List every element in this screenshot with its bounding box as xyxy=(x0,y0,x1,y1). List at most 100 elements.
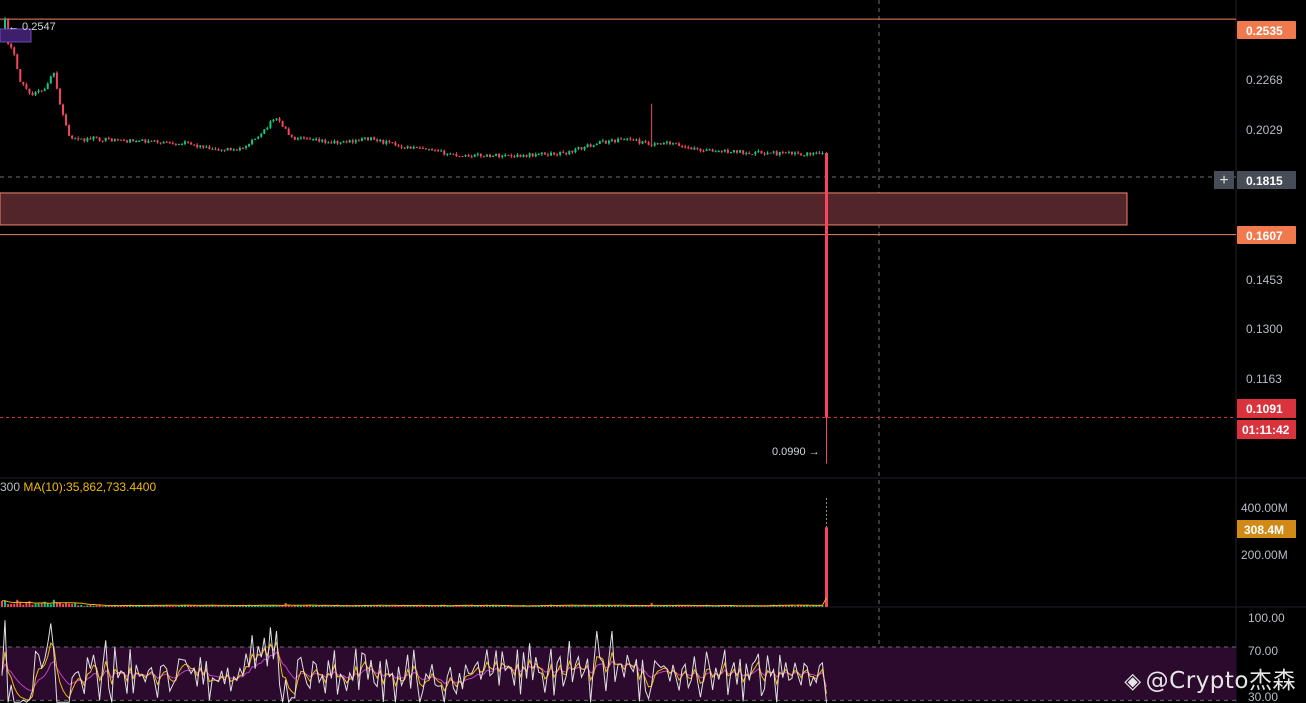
candle-body xyxy=(748,152,751,155)
candle-body xyxy=(629,138,632,140)
volume-bar xyxy=(580,605,583,607)
candle-body xyxy=(687,146,690,148)
volume-bar xyxy=(37,603,40,607)
candle-body xyxy=(675,143,678,145)
volume-bar xyxy=(25,602,28,607)
candle-body xyxy=(717,151,720,153)
volume-bar xyxy=(101,606,104,607)
volume-bar xyxy=(208,605,211,607)
volume-bar xyxy=(467,605,470,607)
chart-area[interactable]: 0.2268 0.2029 0.1453 0.1300 0.1163 0.253… xyxy=(0,0,1306,703)
candle-body xyxy=(708,149,711,151)
candle-body xyxy=(672,143,674,145)
candle-body xyxy=(525,155,528,157)
lower-level-tag-text: 0.1607 xyxy=(1246,229,1283,243)
candle-body xyxy=(22,81,25,85)
candle-body xyxy=(345,141,348,143)
candle-body xyxy=(223,149,226,151)
candle-body xyxy=(391,142,394,144)
candle-body xyxy=(714,151,717,153)
volume-bar xyxy=(507,605,510,607)
price-axis-layer: 0.2268 0.2029 0.1453 0.1300 0.1163 0.253… xyxy=(1214,21,1296,703)
candle-body xyxy=(778,151,781,156)
candle-body xyxy=(220,149,223,151)
candle-body xyxy=(71,135,74,139)
candle-body xyxy=(400,146,403,148)
price-tick-2: 0.1453 xyxy=(1246,273,1283,287)
candle-body xyxy=(592,145,595,147)
volume-bar xyxy=(397,605,400,607)
volume-bar xyxy=(95,605,98,607)
low-price-marker: 0.0990 → xyxy=(772,446,820,458)
candle-body xyxy=(275,118,278,120)
candle-body xyxy=(498,153,501,158)
candlestick-chart[interactable]: 0.2268 0.2029 0.1453 0.1300 0.1163 0.253… xyxy=(0,0,1306,703)
volume-bar xyxy=(49,604,52,607)
candle-body xyxy=(58,88,61,105)
volume-bar xyxy=(473,606,476,607)
candle-body xyxy=(586,144,589,148)
candle-body xyxy=(562,151,565,153)
candle-body xyxy=(113,139,116,142)
candle-body xyxy=(199,145,202,148)
candle-body xyxy=(363,137,366,139)
candle-body xyxy=(489,154,491,157)
upper-level-tag-text: 0.2535 xyxy=(1246,24,1283,38)
candle-body xyxy=(144,139,147,143)
candle-body xyxy=(37,90,40,93)
watermark-text: @Crypto杰森 xyxy=(1145,668,1296,694)
candle-body xyxy=(147,140,150,143)
price-tick-0: 0.2268 xyxy=(1246,73,1283,87)
high-price-marker: ← 0.2547 xyxy=(8,21,56,33)
candle-body xyxy=(446,153,449,155)
candle-body xyxy=(754,152,757,155)
candle-body xyxy=(611,139,613,141)
candle-body xyxy=(406,146,409,148)
volume-bar xyxy=(699,605,702,607)
candle-body xyxy=(437,150,440,152)
candle-body xyxy=(241,147,244,149)
volume-bar xyxy=(668,606,671,607)
candle-body xyxy=(635,139,638,141)
candle-body xyxy=(681,145,684,147)
volume-bar xyxy=(22,604,25,607)
candle-body xyxy=(455,154,458,157)
volume-bar xyxy=(787,605,790,607)
candle-body xyxy=(565,152,568,155)
candle-body xyxy=(537,154,540,156)
volume-bar xyxy=(687,605,690,607)
candle-body xyxy=(745,152,748,154)
candle-body xyxy=(476,153,479,155)
candle-body xyxy=(449,153,452,155)
volume-bar xyxy=(653,606,656,607)
volume-bar xyxy=(318,605,321,607)
candle-body xyxy=(736,150,739,153)
plus-icon: + xyxy=(1219,172,1228,189)
candle-body xyxy=(257,136,260,139)
volume-bar xyxy=(794,606,796,607)
candle-body xyxy=(733,150,735,153)
volume-bar xyxy=(89,604,92,607)
candle-body xyxy=(385,141,388,144)
volume-bar xyxy=(708,606,711,607)
volume-bar xyxy=(678,605,681,607)
volume-bar xyxy=(92,605,95,607)
candle-body xyxy=(409,146,412,149)
volume-bar xyxy=(498,605,501,607)
volume-bar xyxy=(626,605,629,607)
marker-layer: ← 0.2547 0.0990 → xyxy=(0,21,820,458)
volume-bar xyxy=(40,602,43,607)
candle-body xyxy=(351,140,354,143)
candle-body xyxy=(31,93,34,95)
candle-body xyxy=(809,152,812,155)
candle-body xyxy=(510,155,513,157)
volume-bar xyxy=(174,605,177,607)
volume-tick-1: 200.00M xyxy=(1241,548,1288,562)
candle-body xyxy=(336,140,339,144)
candle-body xyxy=(296,138,299,140)
candle-body xyxy=(184,141,186,144)
candle-body xyxy=(141,139,144,141)
candle-body xyxy=(263,129,266,134)
candle-body xyxy=(293,136,296,140)
candle-body xyxy=(403,147,406,149)
